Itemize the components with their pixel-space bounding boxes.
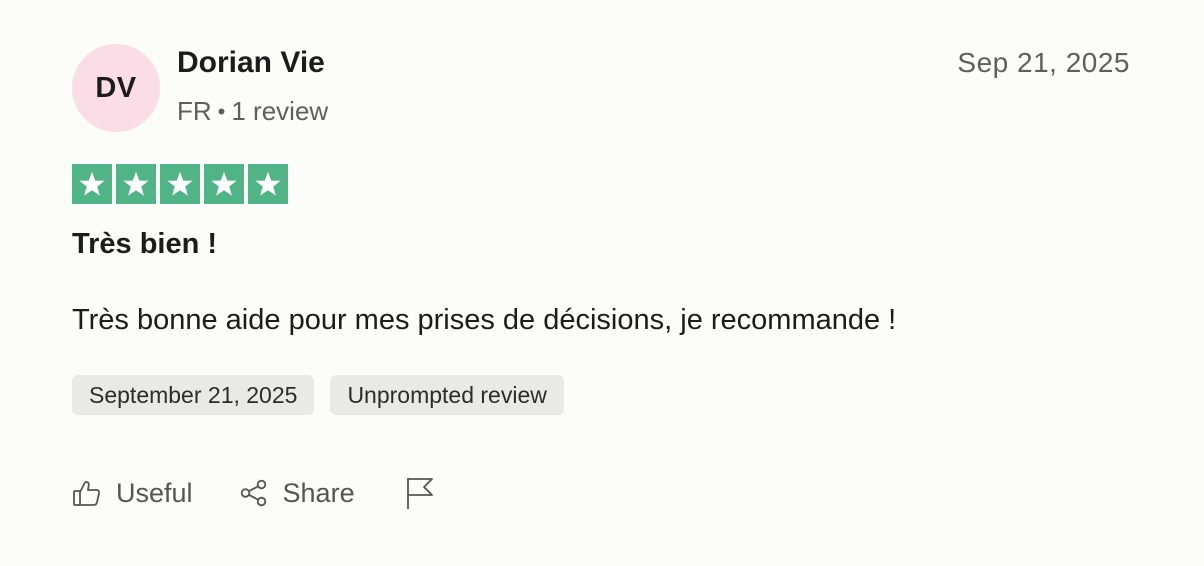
star-icon xyxy=(72,164,112,204)
star-rating xyxy=(72,164,288,204)
star-icon xyxy=(248,164,288,204)
thumbs-up-icon xyxy=(72,478,102,508)
review-body: Très bonne aide pour mes prises de décis… xyxy=(72,304,897,336)
star-icon xyxy=(160,164,200,204)
flag-icon xyxy=(405,476,435,510)
tag-experience-date: September 21, 2025 xyxy=(72,375,315,415)
review-title: Très bien ! xyxy=(72,228,218,260)
useful-label: Useful xyxy=(116,477,193,508)
share-label: Share xyxy=(282,477,355,508)
report-button[interactable] xyxy=(405,476,435,510)
review-date: Sep 21, 2025 xyxy=(957,47,1130,78)
star-icon xyxy=(204,164,244,204)
useful-button[interactable]: Useful xyxy=(72,478,193,509)
review-tags: September 21, 2025 Unprompted review xyxy=(72,375,564,415)
avatar: DV xyxy=(72,44,160,132)
star-icon xyxy=(116,164,156,204)
review-actions: Useful Share xyxy=(72,476,435,510)
avatar-initials: DV xyxy=(95,71,137,104)
tag-unprompted-review: Unprompted review xyxy=(330,375,564,415)
reviewer-name[interactable]: Dorian Vie xyxy=(177,46,325,80)
meta-separator: • xyxy=(217,98,226,124)
share-button[interactable]: Share xyxy=(239,478,355,509)
review-card: DV Dorian Vie FR • 1 review Sep 21, 2025… xyxy=(0,0,1204,566)
reviewer-country: FR xyxy=(177,96,212,126)
reviewer-review-count: 1 review xyxy=(231,96,329,126)
reviewer-meta: FR • 1 review xyxy=(177,96,328,127)
share-icon xyxy=(239,478,269,508)
